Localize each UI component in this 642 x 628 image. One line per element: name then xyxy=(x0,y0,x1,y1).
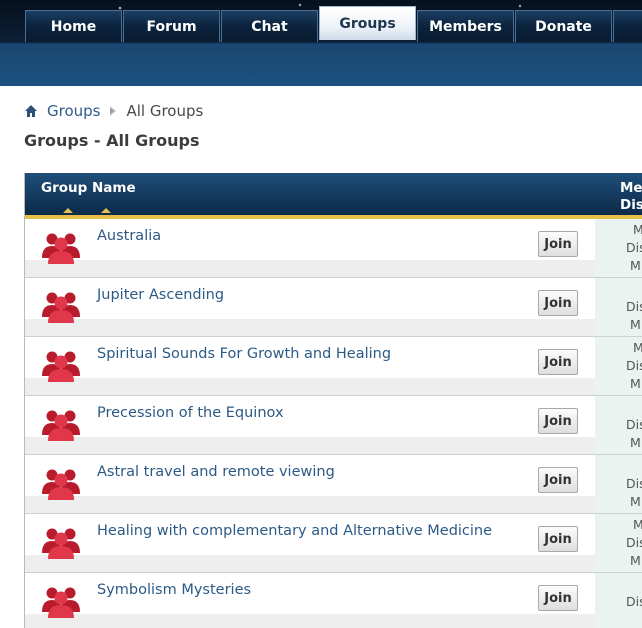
group-icon xyxy=(41,465,81,501)
table-row: Symbolism Mysteries Join Dis xyxy=(25,573,642,628)
group-icon xyxy=(41,406,81,442)
stat-line: M xyxy=(630,258,641,273)
group-name-link[interactable]: Spiritual Sounds For Growth and Healing xyxy=(97,346,391,362)
tab-label: Donate xyxy=(535,18,592,35)
sort-arrow-icon xyxy=(63,208,73,213)
stat-line: Dis xyxy=(626,594,642,609)
table-body: AustraliaJoinMDisMJupiter AscendingJoinD… xyxy=(25,219,642,628)
stat-line: Dis xyxy=(626,358,642,373)
group-stats: Dis M xyxy=(595,396,642,454)
table-row: Healing with complementary and Alternati… xyxy=(25,514,642,573)
group-stats: Dis M xyxy=(595,455,642,513)
group-stats: MDisM xyxy=(595,219,642,277)
tab-more[interactable] xyxy=(613,10,642,42)
stat-line: Dis xyxy=(626,476,642,491)
table-row: AustraliaJoinMDisM xyxy=(25,219,642,278)
stat-line: M xyxy=(633,221,642,239)
stat-line: M xyxy=(633,339,642,357)
group-name-link[interactable]: Precession of the Equinox xyxy=(97,405,284,421)
group-stats: MDisM xyxy=(595,514,642,572)
table-row: Spiritual Sounds For Growth and Healing J… xyxy=(25,337,642,396)
stat-line: M xyxy=(630,435,641,450)
join-button[interactable]: Join xyxy=(538,585,578,611)
group-name-link[interactable]: Jupiter Ascending xyxy=(97,287,224,303)
page-title: Groups - All Groups xyxy=(24,131,200,150)
stat-line: M xyxy=(630,376,641,391)
breadcrumb: Groups All Groups xyxy=(24,102,203,120)
join-button[interactable]: Join xyxy=(538,231,578,257)
stat-line: Dis xyxy=(626,535,642,550)
tab-chat[interactable]: Chat xyxy=(221,10,318,42)
group-stats: MDisM xyxy=(595,337,642,395)
group-stats: Dis xyxy=(595,573,642,628)
home-icon[interactable] xyxy=(24,104,38,118)
tab-members[interactable]: Members xyxy=(417,10,514,42)
breadcrumb-current: All Groups xyxy=(126,102,204,120)
stat-line: M xyxy=(630,317,641,332)
tab-label: Chat xyxy=(251,18,288,35)
table-row: Precession of the Equinox Join Dis M xyxy=(25,396,642,455)
stat-line: Dis xyxy=(626,417,642,432)
top-navigation-bar: Home Forum Chat Groups Members Donate xyxy=(0,0,642,86)
stat-line: Dis xyxy=(626,240,642,255)
table-row: Jupiter Ascending Join Dis M xyxy=(25,278,642,337)
column-header-line: Dis xyxy=(620,197,642,213)
join-button[interactable]: Join xyxy=(538,467,578,493)
stat-line: M xyxy=(630,553,641,568)
group-icon xyxy=(41,583,81,619)
group-name-link[interactable]: Healing with complementary and Alternati… xyxy=(97,523,492,539)
join-button[interactable]: Join xyxy=(538,526,578,552)
stat-line: M xyxy=(630,494,641,509)
breadcrumb-separator-icon xyxy=(108,104,118,118)
join-button[interactable]: Join xyxy=(538,290,578,316)
tab-label: Home xyxy=(50,18,97,35)
stat-line: Dis xyxy=(626,299,642,314)
group-icon xyxy=(41,288,81,324)
table-header: Group Name Me Dis xyxy=(25,173,642,219)
group-name-link[interactable]: Astral travel and remote viewing xyxy=(97,464,335,480)
group-icon xyxy=(41,347,81,383)
groups-table: Group Name Me Dis AustraliaJoinMDisMJupi… xyxy=(24,173,642,628)
column-header-line: Me xyxy=(620,180,642,196)
group-stats: Dis M xyxy=(595,278,642,336)
column-header-members[interactable]: Me Dis xyxy=(620,180,642,214)
tab-groups[interactable]: Groups xyxy=(319,6,416,40)
tab-home[interactable]: Home xyxy=(25,10,122,42)
group-name-link[interactable]: Symbolism Mysteries xyxy=(97,582,251,598)
table-row: Astral travel and remote viewing Join Dis M xyxy=(25,455,642,514)
tab-label: Members xyxy=(429,18,502,35)
tab-label: Groups xyxy=(339,15,396,32)
tab-forum[interactable]: Forum xyxy=(123,10,220,42)
group-icon xyxy=(41,229,81,265)
breadcrumb-groups-link[interactable]: Groups xyxy=(47,102,100,120)
tab-label: Forum xyxy=(146,18,197,35)
nav-tabs: Home Forum Chat Groups Members Donate xyxy=(25,6,642,42)
join-button[interactable]: Join xyxy=(538,408,578,434)
stat-line: M xyxy=(633,516,642,534)
group-name-link[interactable]: Australia xyxy=(97,228,161,244)
column-header-group-name[interactable]: Group Name xyxy=(41,180,136,196)
join-button[interactable]: Join xyxy=(538,349,578,375)
group-icon xyxy=(41,524,81,560)
tab-donate[interactable]: Donate xyxy=(515,10,612,42)
sort-arrow-icon xyxy=(101,208,111,213)
